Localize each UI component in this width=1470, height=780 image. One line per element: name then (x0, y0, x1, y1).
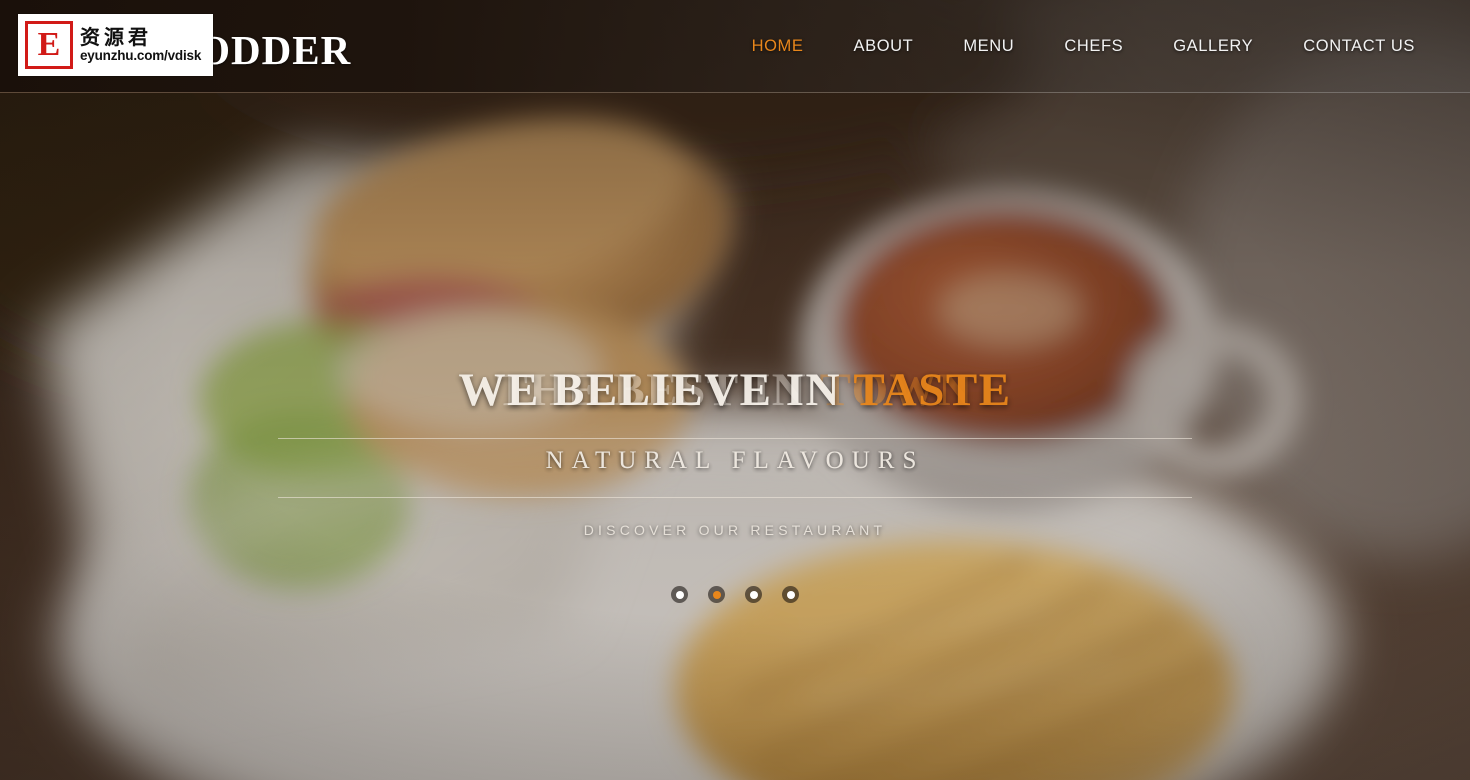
nav-item-menu[interactable]: MENU (938, 37, 1039, 56)
hero-headline-incoming-accent: TASTE (853, 364, 1012, 416)
watermark-badge: E 资源君 eyunzhu.com/vdisk (18, 14, 213, 76)
nav-item-about[interactable]: ABOUT (828, 37, 938, 56)
nav-item-gallery[interactable]: GALLERY (1148, 37, 1278, 56)
main-navigation: HOME ABOUT MENU CHEFS GALLERY CONTACT US (727, 0, 1440, 93)
watermark-logo-icon: E (25, 21, 73, 69)
brand-text-tail: ODDER (198, 27, 352, 73)
hero-subline-rules (278, 438, 1192, 498)
slider-dot-1-inner (675, 590, 684, 599)
slider-dot-2[interactable] (708, 586, 725, 603)
hero-rule-top (278, 438, 1192, 439)
hero-headline-incoming: WE BELIEVE IN TASTE (0, 363, 1470, 417)
slider-dot-3-inner (749, 590, 758, 599)
hero-headline-incoming-plain: WE BELIEVE IN (458, 364, 854, 416)
nav-item-contact-us[interactable]: CONTACT US (1278, 37, 1440, 56)
hero-rule-bottom (278, 497, 1192, 498)
hero-slider-dots (0, 586, 1470, 603)
site-header: RAPID FODDER HOME ABOUT MENU CHEFS GALLE… (0, 0, 1470, 93)
slider-dot-2-inner (712, 590, 721, 599)
watermark-text-group: 资源君 eyunzhu.com/vdisk (80, 24, 202, 64)
hero-slider: THE BEST IN TOWN NATURAL FLAVOURS WE BEL… (0, 95, 1470, 780)
slider-dot-1[interactable] (671, 586, 688, 603)
nav-item-home[interactable]: HOME (727, 37, 829, 56)
watermark-chinese-label: 资源君 (80, 24, 152, 49)
nav-item-chefs[interactable]: CHEFS (1039, 37, 1148, 56)
slider-dot-4[interactable] (782, 586, 799, 603)
header-divider-line (0, 92, 1470, 93)
page-root: RAPID FODDER HOME ABOUT MENU CHEFS GALLE… (0, 0, 1470, 780)
slider-dot-4-inner (786, 590, 795, 599)
watermark-url-label: eyunzhu.com/vdisk (80, 47, 202, 63)
hero-discover-label[interactable]: DISCOVER OUR RESTAURANT (0, 522, 1470, 538)
slider-dot-3[interactable] (745, 586, 762, 603)
